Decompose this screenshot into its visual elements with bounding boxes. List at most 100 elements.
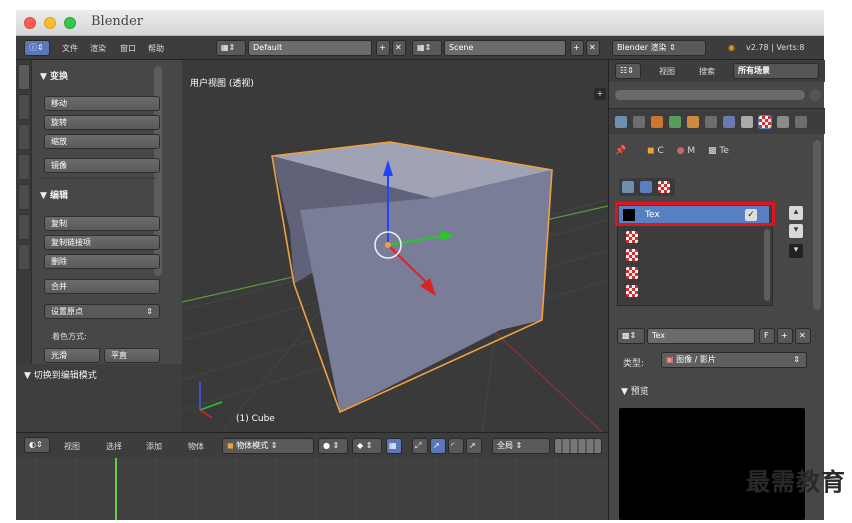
menu-outliner-view[interactable]: 视图 — [659, 66, 675, 77]
scale-button[interactable]: 缩放 — [44, 134, 160, 149]
scene-layers-grid[interactable] — [554, 438, 602, 454]
timeline-area[interactable] — [16, 458, 608, 520]
tab-animation[interactable] — [18, 154, 30, 180]
context-breadcrumb: 📌 ◼ C ● M ▩ Te — [615, 146, 815, 160]
outliner-scrollbar[interactable] — [615, 90, 805, 100]
close-window-button[interactable] — [24, 17, 36, 29]
rotate-manipulator-icon[interactable]: ◜ — [448, 438, 464, 454]
pivot-point-select[interactable]: ◆ ⇕ — [352, 438, 382, 454]
texture-type-select[interactable]: ▣ 图像 / 影片 ⇕ — [661, 352, 807, 368]
viewport-shading-select[interactable]: ● ⇕ — [318, 438, 348, 454]
texture-datablock-row: ▩⇕ Tex F + ✕ — [617, 328, 819, 346]
panel-header-transform[interactable]: ▼ 变换 — [40, 69, 68, 82]
tab-modifiers-icon[interactable] — [723, 116, 735, 128]
tab-render-layers-icon[interactable] — [633, 116, 645, 128]
properties-toggle-icon[interactable]: + — [594, 88, 606, 100]
world-texture-icon[interactable] — [622, 181, 634, 193]
tab-tools[interactable] — [18, 64, 30, 90]
empty-slot-icon[interactable] — [626, 231, 638, 243]
tab-physics[interactable] — [18, 184, 30, 210]
empty-slot-icon[interactable] — [626, 285, 638, 297]
tab-object-icon[interactable] — [687, 116, 699, 128]
scale-manipulator-icon[interactable]: ↗ — [466, 438, 482, 454]
tab-particles-icon[interactable] — [777, 116, 789, 128]
scene-name-field[interactable]: Scene — [444, 40, 566, 56]
menu-help[interactable]: 帮助 — [148, 43, 164, 54]
menu-add[interactable]: 添加 — [146, 441, 162, 452]
editor-type-info-icon[interactable]: ⓘ⇕ — [24, 40, 50, 56]
preview-panel-header[interactable]: ▼ 预览 — [621, 384, 649, 397]
tab-texture-icon[interactable] — [758, 115, 772, 129]
editor-type-3d-icon[interactable]: ◐⇕ — [24, 437, 50, 453]
outliner-editor-type-icon[interactable]: ☷⇕ — [615, 63, 641, 79]
minimize-window-button[interactable] — [44, 17, 56, 29]
layout-name-field[interactable]: Default — [248, 40, 372, 56]
translate-manipulator-icon[interactable]: ↗ — [430, 438, 446, 454]
material-texture-icon[interactable] — [640, 181, 652, 193]
duplicate-linked-button[interactable]: 复制链接项 — [44, 235, 160, 250]
tab-options[interactable] — [18, 244, 30, 270]
rotate-button[interactable]: 旋转 — [44, 115, 160, 130]
duplicate-button[interactable]: 复制 — [44, 216, 160, 231]
move-slot-down-icon[interactable]: ▾ — [789, 224, 803, 238]
toggle-edit-mode-panel[interactable]: ▼ 切换到编辑模式 — [24, 368, 97, 381]
tab-constraints-icon[interactable] — [705, 116, 717, 128]
delete-button[interactable]: 删除 — [44, 254, 160, 269]
texture-name-field[interactable]: Tex — [647, 328, 755, 344]
slot-list-scrollbar[interactable] — [764, 229, 770, 301]
layout-browse-icon[interactable]: ▦⇕ — [216, 40, 246, 56]
unlink-texture-icon[interactable]: ✕ — [795, 328, 811, 344]
new-texture-icon[interactable]: + — [777, 328, 793, 344]
tab-create[interactable] — [18, 94, 30, 120]
outliner-search-icon[interactable] — [809, 89, 821, 101]
tab-scene-icon[interactable] — [651, 116, 663, 128]
tab-grease-pencil[interactable] — [18, 214, 30, 240]
tab-relations[interactable] — [18, 124, 30, 150]
menu-select[interactable]: 选择 — [106, 441, 122, 452]
add-layout-icon[interactable]: + — [376, 40, 390, 56]
display-filter-select[interactable]: 所有场景 — [733, 63, 819, 79]
menu-render[interactable]: 渲染 — [90, 43, 106, 54]
remove-layout-icon[interactable]: ✕ — [392, 40, 406, 56]
fake-user-button[interactable]: F — [759, 328, 775, 344]
remove-scene-icon[interactable]: ✕ — [586, 40, 600, 56]
properties-scrollbar[interactable] — [813, 140, 821, 310]
timeline-grid — [35, 458, 557, 520]
layers-toggle-icon[interactable]: ▦ — [386, 438, 402, 454]
transform-orientation-select[interactable]: 全局 ⇕ — [492, 438, 550, 454]
tab-physics-icon[interactable] — [795, 116, 807, 128]
texture-type-value: 图像 / 影片 — [676, 355, 716, 364]
join-button[interactable]: 合并 — [44, 279, 160, 294]
render-engine-select[interactable]: Blender 渲染 ⇕ — [612, 40, 706, 56]
empty-slot-icon[interactable] — [626, 267, 638, 279]
texture-browse-icon[interactable]: ▩⇕ — [617, 328, 645, 344]
mirror-button[interactable]: 镜像 — [44, 158, 160, 173]
maximize-window-button[interactable] — [64, 17, 76, 29]
tab-render-icon[interactable] — [615, 116, 627, 128]
set-origin-label: 设置原点 — [51, 307, 83, 316]
manipulator-toggle-icon[interactable]: ⤢ — [412, 438, 428, 454]
mode-select[interactable]: ◼ 物体模式 ⇕ — [222, 438, 314, 454]
move-slot-up-icon[interactable]: ▴ — [789, 206, 803, 220]
menu-outliner-search[interactable]: 搜索 — [699, 66, 715, 77]
slot-specials-icon[interactable]: ▾ — [789, 244, 803, 258]
set-origin-select[interactable]: 设置原点 ⇕ — [44, 304, 160, 319]
shade-flat-button[interactable]: 平直 — [104, 348, 160, 363]
tab-world-icon[interactable] — [669, 116, 681, 128]
render-engine-label: Blender 渲染 — [617, 43, 667, 52]
menu-object[interactable]: 物体 — [188, 441, 204, 452]
empty-slot-icon[interactable] — [626, 249, 638, 261]
menu-view[interactable]: 视图 — [64, 441, 80, 452]
scene-browse-icon[interactable]: ▦⇕ — [412, 40, 442, 56]
panel-header-edit[interactable]: ▼ 编辑 — [40, 188, 68, 201]
brush-texture-icon[interactable] — [658, 181, 670, 193]
3d-viewport[interactable]: 用户视图 (透视) (1) Cube + — [182, 60, 608, 432]
pin-icon[interactable]: 📌 — [615, 146, 626, 156]
tab-data-icon[interactable] — [741, 116, 753, 128]
shade-smooth-button[interactable]: 光滑 — [44, 348, 100, 363]
add-scene-icon[interactable]: + — [570, 40, 584, 56]
object-origin — [385, 242, 391, 248]
menu-window[interactable]: 窗口 — [120, 43, 136, 54]
translate-button[interactable]: 移动 — [44, 96, 160, 111]
menu-file[interactable]: 文件 — [62, 43, 78, 54]
